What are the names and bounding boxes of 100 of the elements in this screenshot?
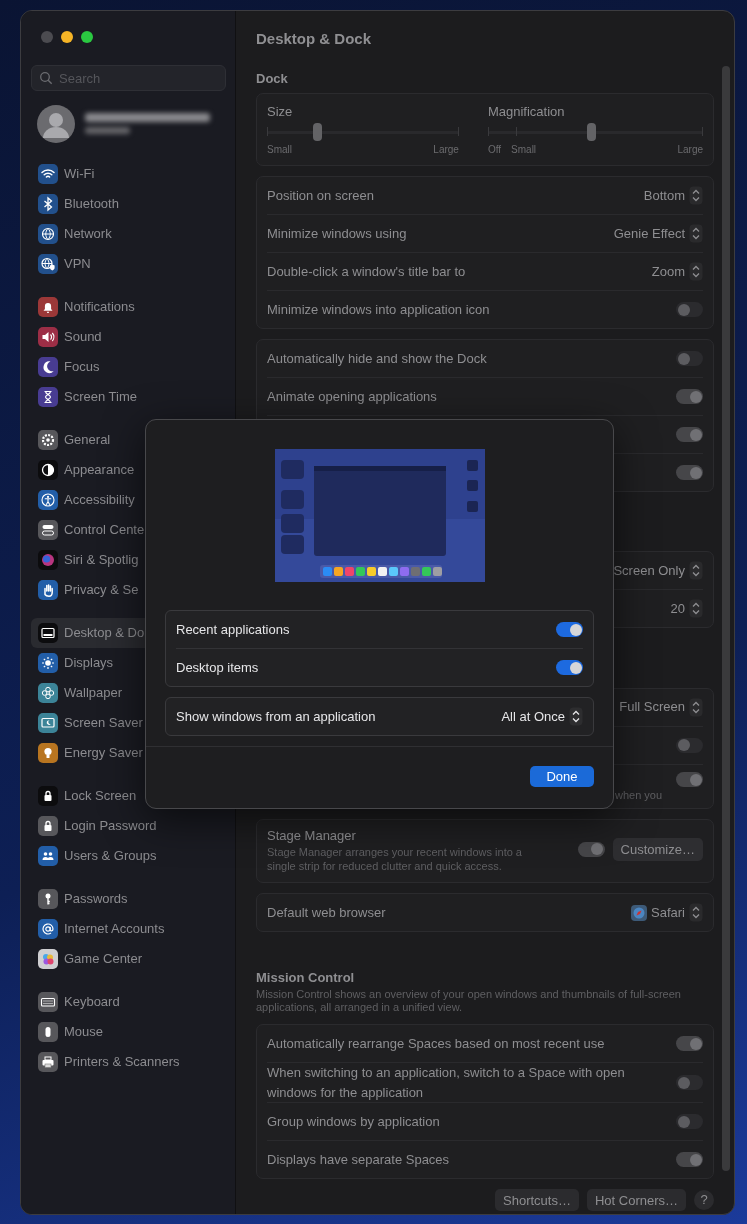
setting-label: Default web browser [267, 903, 386, 922]
globe-icon [38, 224, 58, 244]
orb-icon [38, 550, 58, 570]
flower-icon [38, 683, 58, 703]
popup-button[interactable]: All at Once [501, 706, 583, 727]
slider-track[interactable] [487, 124, 703, 141]
popup-button[interactable]: Screen Only [613, 561, 703, 581]
sidebar-item[interactable]: Notifications [31, 292, 226, 322]
setting-label: Minimize windows using [267, 224, 407, 243]
sidebar-item[interactable]: Accessibility [31, 485, 226, 515]
printer-icon [38, 1052, 58, 1072]
sidebar-item[interactable]: Users & Groups [31, 841, 226, 871]
bluetooth-icon [38, 194, 58, 214]
bell-icon [38, 297, 58, 317]
gear-icon [38, 430, 58, 450]
stepper-icon [689, 599, 703, 619]
toggle-switch[interactable] [676, 772, 703, 787]
scrollbar[interactable] [722, 66, 730, 1171]
sidebar-item[interactable]: Passwords [31, 884, 226, 914]
toggle-switch[interactable] [556, 622, 583, 637]
toggle-switch[interactable] [676, 1036, 703, 1051]
sidebar-item[interactable]: Wallpaper [31, 678, 226, 708]
sidebar-item[interactable]: Sound [31, 322, 226, 352]
sidebar-item[interactable]: Control Cente [31, 515, 226, 545]
section-heading: Dock [256, 69, 289, 87]
hourglass-icon [38, 387, 58, 407]
contrast-icon [38, 460, 58, 480]
hand-icon [38, 580, 58, 600]
sidebar-item[interactable]: Network [31, 219, 226, 249]
popup-button[interactable]: Safari [631, 902, 703, 923]
popup-button[interactable]: Genie Effect [613, 223, 703, 244]
toggle-switch[interactable] [676, 351, 703, 367]
setting-label: Minimize windows into application icon [267, 300, 491, 319]
sidebar-item[interactable]: Wi-Fi [31, 159, 226, 189]
toggle-switch[interactable] [676, 389, 703, 405]
setting-label: Group windows by application [267, 1112, 441, 1131]
slider-thumb[interactable] [587, 123, 597, 142]
bubbles-icon [38, 949, 58, 969]
sidebar-item[interactable]: Lock Screen [31, 781, 226, 811]
footer-button[interactable]: Hot Corners… [586, 1189, 686, 1211]
sidebar-item[interactable]: Screen Time [31, 382, 226, 412]
window-control-button[interactable] [61, 31, 73, 43]
popup-button[interactable]: Zoom [651, 261, 703, 282]
moon-icon [38, 357, 58, 377]
setting-description: when you [615, 788, 664, 803]
sidebar-item[interactable]: Appearance [31, 455, 226, 485]
sidebar-item[interactable]: General [31, 425, 226, 455]
stepper-icon [689, 561, 703, 581]
customize-button[interactable]: Customize… [612, 837, 703, 861]
setting-label: Automatically hide and show the Dock [267, 349, 488, 368]
sidebar-item[interactable]: Printers & Scanners [31, 1047, 226, 1077]
stepper-icon [689, 697, 703, 717]
at-sign-icon [38, 919, 58, 939]
tick-label: Large [433, 143, 459, 158]
toggle-switch[interactable] [676, 427, 703, 443]
slider-thumb[interactable] [312, 123, 322, 142]
sidebar-item[interactable]: Bluetooth [31, 189, 226, 219]
popup-button[interactable]: Full Screen [619, 697, 703, 717]
setting-label: Automatically rearrange Spaces based on most recent use [267, 1034, 606, 1053]
toggle-switch[interactable] [676, 302, 703, 318]
stepper-icon [689, 186, 703, 206]
key-icon [38, 889, 58, 909]
toggle-switch[interactable] [676, 465, 703, 481]
mouse-icon [38, 1022, 58, 1042]
setting-label: Desktop items [176, 658, 260, 677]
setting-label: Displays have separate Spaces [267, 1150, 451, 1169]
popup-button[interactable]: Bottom [643, 185, 703, 206]
help-button[interactable]: ? [694, 1190, 714, 1210]
setting-label: Show windows from an application [176, 707, 376, 726]
toggle-switch[interactable] [676, 737, 703, 753]
lock-icon [38, 816, 58, 836]
toggle-switch[interactable] [676, 1075, 703, 1090]
sidebar-item[interactable]: VPN [31, 249, 226, 279]
stepper-icon [689, 224, 703, 244]
toggle-switch[interactable] [556, 660, 583, 675]
keyboard-icon [38, 992, 58, 1012]
toggle-switch[interactable] [577, 841, 605, 857]
sidebar-item[interactable]: Internet Accounts [31, 914, 226, 944]
stepper-icon [689, 903, 703, 922]
toggle-switch[interactable] [676, 1114, 703, 1129]
sidebar-item[interactable]: Energy Saver [31, 738, 226, 768]
sidebar-item[interactable]: Siri & Spotlig [31, 545, 226, 575]
sidebar-item[interactable]: Focus [31, 352, 226, 382]
sidebar-item[interactable]: Mouse [31, 1017, 226, 1047]
footer-button[interactable]: Shortcuts… [495, 1189, 579, 1211]
sidebar-item[interactable]: Keyboard [31, 987, 226, 1017]
slider-track[interactable] [267, 124, 459, 141]
setting-label: Stage Manager [267, 826, 357, 845]
page-title: Desktop & Dock [256, 29, 373, 49]
toggle-switch[interactable] [676, 1152, 703, 1167]
window-icon [38, 623, 58, 643]
setting-description: Stage Manager arranges your recent windows into a single strip for reduced clutter and quick access. [267, 845, 523, 873]
sun-icon [38, 653, 58, 673]
popup-button[interactable]: 20 [670, 599, 703, 619]
sidebar-item[interactable]: Game Center [31, 944, 226, 974]
sidebar-item[interactable]: Privacy & Se [31, 575, 226, 605]
done-button[interactable]: Done [530, 766, 594, 787]
setting-label: Double-click a window's title bar to [267, 262, 466, 281]
window-control-button[interactable] [81, 31, 93, 43]
sidebar-item[interactable]: Login Password [31, 811, 226, 841]
